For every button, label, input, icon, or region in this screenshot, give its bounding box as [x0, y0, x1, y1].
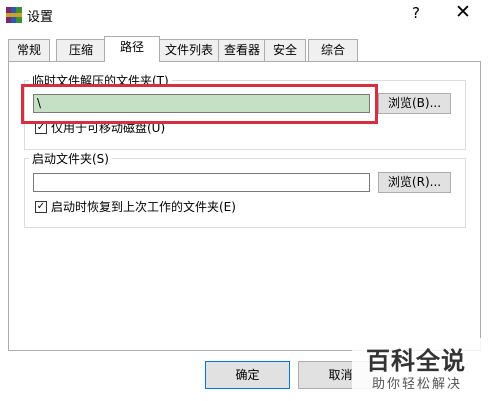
- winrar-app-icon: [6, 7, 22, 23]
- tab-viewer[interactable]: 查看器: [218, 39, 266, 61]
- startup-folder-group: [24, 158, 466, 228]
- tab-general[interactable]: 常规: [8, 39, 50, 61]
- help-button[interactable]: ?: [412, 4, 420, 22]
- watermark-subtitle: 助你轻松解决: [372, 377, 463, 392]
- startup-folder-browse-button[interactable]: 浏览(R)...: [378, 172, 451, 193]
- tab-security[interactable]: 安全: [264, 39, 306, 61]
- red-highlight-annotation: [21, 84, 378, 124]
- startup-folder-path-input[interactable]: [33, 173, 370, 192]
- tab-misc[interactable]: 综合: [308, 39, 358, 61]
- ok-button[interactable]: 确定: [205, 361, 290, 389]
- tab-compression[interactable]: 压缩: [56, 39, 106, 61]
- close-button[interactable]: ✕: [455, 1, 471, 23]
- window-title: 设置: [27, 10, 54, 25]
- tab-file-list[interactable]: 文件列表: [158, 39, 220, 61]
- tab-paths[interactable]: 路径: [104, 36, 160, 62]
- temp-folder-browse-button[interactable]: 浏览(B)...: [378, 93, 451, 114]
- restore-last-folder-checkbox[interactable]: ✓: [35, 201, 47, 213]
- watermark-title: 百科全说: [366, 347, 466, 375]
- restore-last-folder-label: 启动时恢复到上次工作的文件夹(E): [51, 200, 236, 214]
- startup-folder-group-label: 启动文件夹(S): [29, 150, 112, 167]
- title-bar: 设置 ? ✕: [0, 0, 488, 30]
